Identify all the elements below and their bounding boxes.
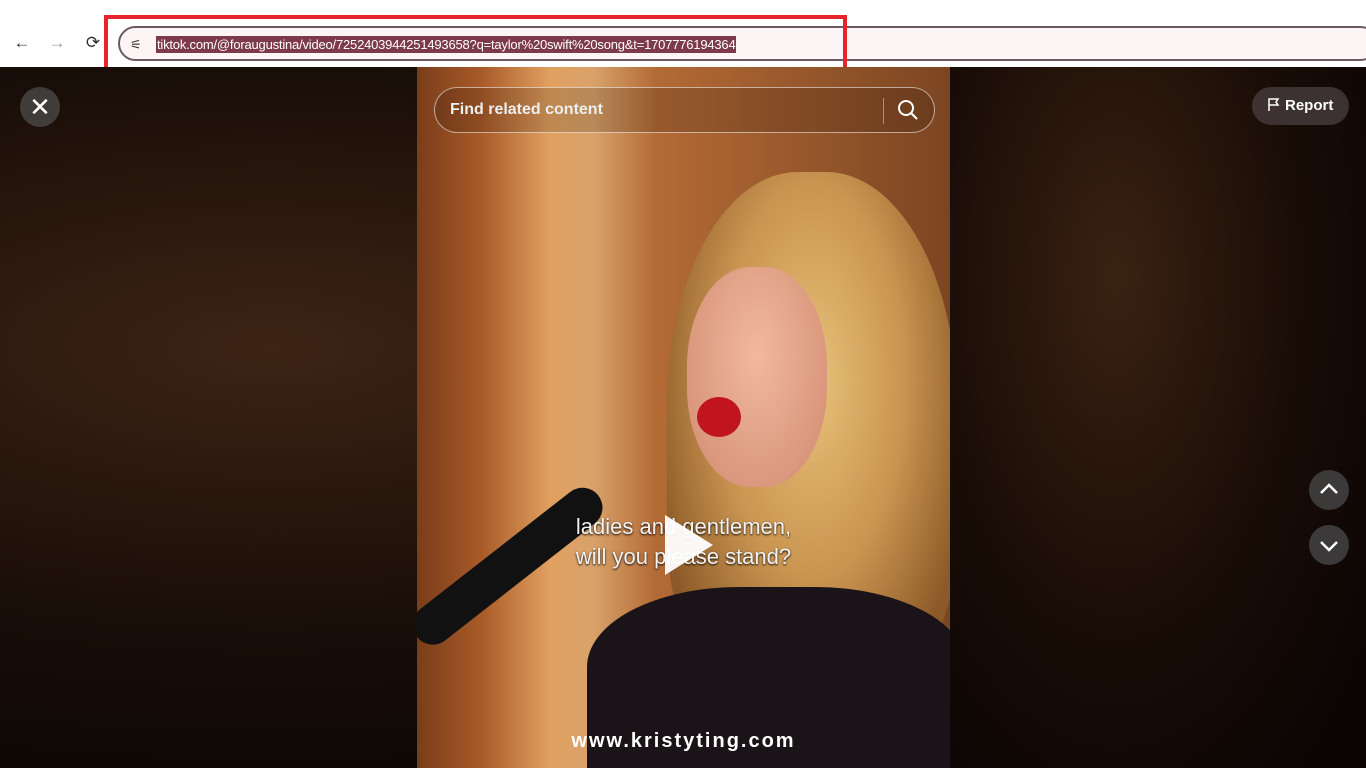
chevron-up-icon (1320, 483, 1338, 494)
report-label: Report (1285, 97, 1334, 114)
close-button[interactable]: ✕ (20, 87, 60, 127)
url-text[interactable]: tiktok.com/@foraugustina/video/725240394… (156, 36, 737, 53)
watermark: www.kristyting.com (571, 730, 796, 752)
site-settings-icon[interactable]: ⚟ (130, 37, 142, 53)
related-content-search[interactable]: Find related content (434, 87, 935, 133)
reload-button[interactable]: ⟳ (83, 33, 103, 53)
chevron-down-icon (1320, 541, 1338, 552)
search-icon[interactable] (896, 98, 920, 122)
divider (883, 98, 884, 124)
video-frame-detail (697, 397, 741, 437)
video-frame-face (687, 267, 827, 487)
play-icon[interactable] (665, 515, 713, 575)
previous-video-button[interactable] (1309, 470, 1349, 510)
search-input[interactable]: Find related content (450, 101, 603, 119)
blurred-background (950, 67, 1366, 768)
back-button[interactable]: ← (12, 33, 32, 53)
forward-button[interactable]: → (47, 33, 67, 53)
address-bar[interactable]: ⚟ tiktok.com/@foraugustina/video/7252403… (118, 26, 1366, 61)
video-stage: Find related content ladies and gentleme… (0, 67, 1366, 768)
video-player[interactable]: Find related content ladies and gentleme… (417, 67, 950, 768)
flag-icon (1268, 98, 1280, 111)
next-video-button[interactable] (1309, 525, 1349, 565)
report-button[interactable]: Report (1252, 87, 1349, 125)
browser-toolbar: ← → ⟳ ⚟ tiktok.com/@foraugustina/video/7… (0, 0, 1366, 67)
